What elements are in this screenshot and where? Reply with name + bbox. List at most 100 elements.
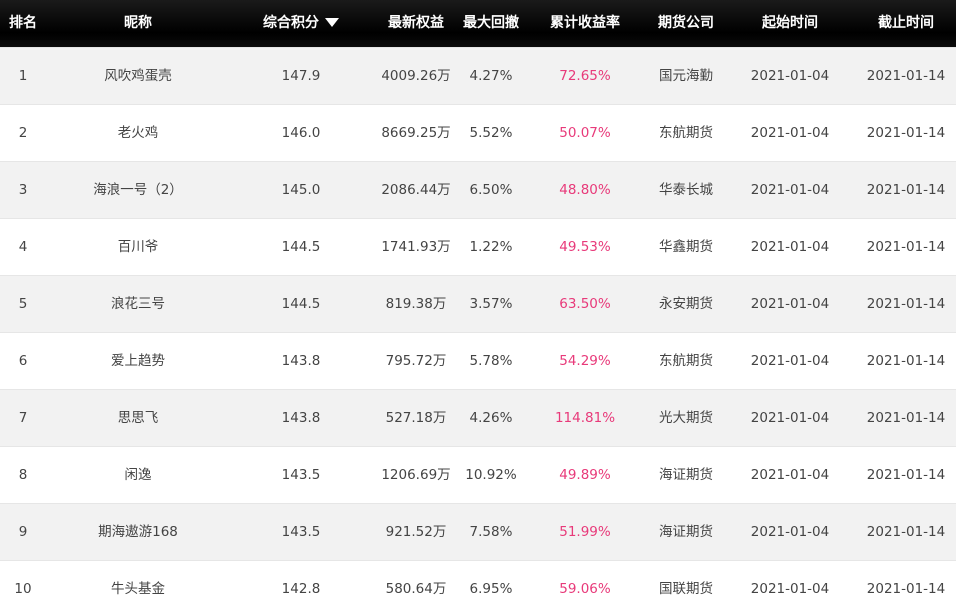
score-cell: 147.9	[281, 68, 321, 84]
cum-return-cell: 50.07%	[559, 125, 611, 141]
table-row[interactable]: 5 浪花三号 144.5 819.38万 3.57% 63.50% 永安期货 2…	[0, 275, 956, 332]
equity-cell: 921.52万	[385, 524, 447, 540]
cum-return-cell: 51.99%	[559, 524, 611, 540]
equity-cell: 2086.44万	[381, 182, 451, 198]
table-row[interactable]: 8 闲逸 143.5 1206.69万 10.92% 49.89% 海证期货 2…	[0, 446, 956, 503]
equity-cell: 580.64万	[385, 581, 447, 597]
sort-desc-icon[interactable]	[325, 17, 339, 27]
broker-cell: 华鑫期货	[659, 239, 713, 255]
score-cell: 146.0	[281, 125, 321, 141]
table-header: 排名 昵称 综合积分 最新权益 最大回撤 累计收益率 期货公司 起始时间 截止时…	[0, 0, 956, 47]
score-cell: 143.5	[281, 524, 321, 540]
table-row[interactable]: 3 海浪一号（2） 145.0 2086.44万 6.50% 48.80% 华泰…	[0, 161, 956, 218]
table-row[interactable]: 1 风吹鸡蛋壳 147.9 4009.26万 4.27% 72.65% 国元海勤…	[0, 47, 956, 104]
end-time-cell: 2021-01-14	[866, 467, 946, 483]
broker-cell: 国联期货	[659, 581, 713, 597]
start-time-cell: 2021-01-04	[750, 467, 830, 483]
table-row[interactable]: 10 牛头基金 142.8 580.64万 6.95% 59.06% 国联期货 …	[0, 560, 956, 613]
max-drawdown-cell: 6.95%	[469, 581, 513, 597]
equity-cell: 527.18万	[385, 410, 447, 426]
start-time-cell: 2021-01-04	[750, 125, 830, 141]
table-row[interactable]: 9 期海遨游168 143.5 921.52万 7.58% 51.99% 海证期…	[0, 503, 956, 560]
equity-cell: 4009.26万	[381, 68, 451, 84]
score-cell: 144.5	[281, 296, 321, 312]
rank-cell: 1	[18, 68, 28, 84]
end-time-cell: 2021-01-14	[866, 353, 946, 369]
broker-cell: 永安期货	[659, 296, 713, 312]
broker-cell: 海证期货	[659, 467, 713, 483]
max-drawdown-cell: 3.57%	[469, 296, 513, 312]
equity-cell: 1206.69万	[381, 467, 451, 483]
ranking-table: 排名 昵称 综合积分 最新权益 最大回撤 累计收益率 期货公司 起始时间 截止时…	[0, 0, 956, 613]
rank-cell: 10	[14, 581, 32, 597]
score-cell: 145.0	[281, 182, 321, 198]
end-time-cell: 2021-01-14	[866, 296, 946, 312]
table-row[interactable]: 7 思思飞 143.8 527.18万 4.26% 114.81% 光大期货 2…	[0, 389, 956, 446]
cum-return-cell: 114.81%	[554, 410, 616, 426]
nickname-cell[interactable]: 爱上趋势	[46, 333, 230, 389]
equity-cell: 1741.93万	[381, 239, 451, 255]
header-cum-return[interactable]: 累计收益率	[522, 0, 648, 47]
nickname-cell[interactable]: 期海遨游168	[46, 504, 230, 560]
equity-cell: 8669.25万	[381, 125, 451, 141]
max-drawdown-cell: 1.22%	[469, 239, 513, 255]
equity-cell: 795.72万	[385, 353, 447, 369]
header-broker[interactable]: 期货公司	[648, 0, 724, 47]
nickname-cell[interactable]: 海浪一号（2）	[46, 162, 230, 218]
broker-cell: 国元海勤	[659, 68, 713, 84]
table-row[interactable]: 4 百川爷 144.5 1741.93万 1.22% 49.53% 华鑫期货 2…	[0, 218, 956, 275]
rank-cell: 6	[18, 353, 28, 369]
end-time-cell: 2021-01-14	[866, 410, 946, 426]
header-end-time[interactable]: 截止时间	[856, 0, 956, 47]
max-drawdown-cell: 4.26%	[469, 410, 513, 426]
max-drawdown-cell: 6.50%	[469, 182, 513, 198]
rank-cell: 7	[18, 410, 28, 426]
nickname-cell[interactable]: 闲逸	[46, 447, 230, 503]
broker-cell: 光大期货	[659, 410, 713, 426]
table-row[interactable]: 6 爱上趋势 143.8 795.72万 5.78% 54.29% 东航期货 2…	[0, 332, 956, 389]
nickname-cell[interactable]: 思思飞	[46, 390, 230, 446]
start-time-cell: 2021-01-04	[750, 524, 830, 540]
cum-return-cell: 49.53%	[559, 239, 611, 255]
rank-cell: 4	[18, 239, 28, 255]
score-cell: 143.5	[281, 467, 321, 483]
end-time-cell: 2021-01-14	[866, 182, 946, 198]
start-time-cell: 2021-01-04	[750, 581, 830, 597]
score-cell: 143.8	[281, 353, 321, 369]
cum-return-cell: 72.65%	[559, 68, 611, 84]
nickname-cell[interactable]: 百川爷	[46, 219, 230, 275]
start-time-cell: 2021-01-04	[750, 296, 830, 312]
max-drawdown-cell: 5.52%	[469, 125, 513, 141]
table-row[interactable]: 2 老火鸡 146.0 8669.25万 5.52% 50.07% 东航期货 2…	[0, 104, 956, 161]
score-cell: 143.8	[281, 410, 321, 426]
nickname-cell[interactable]: 牛头基金	[46, 561, 230, 613]
nickname-cell[interactable]: 风吹鸡蛋壳	[46, 48, 230, 104]
broker-cell: 海证期货	[659, 524, 713, 540]
start-time-cell: 2021-01-04	[750, 182, 830, 198]
start-time-cell: 2021-01-04	[750, 68, 830, 84]
broker-cell: 东航期货	[659, 125, 713, 141]
rank-cell: 8	[18, 467, 28, 483]
cum-return-cell: 63.50%	[559, 296, 611, 312]
header-rank[interactable]: 排名	[0, 0, 46, 47]
max-drawdown-cell: 10.92%	[465, 467, 517, 483]
start-time-cell: 2021-01-04	[750, 239, 830, 255]
header-start-time[interactable]: 起始时间	[724, 0, 856, 47]
rank-cell: 5	[18, 296, 28, 312]
start-time-cell: 2021-01-04	[750, 353, 830, 369]
nickname-cell[interactable]: 浪花三号	[46, 276, 230, 332]
header-score[interactable]: 综合积分	[230, 0, 372, 47]
header-nickname[interactable]: 昵称	[46, 0, 230, 47]
nickname-cell[interactable]: 老火鸡	[46, 105, 230, 161]
start-time-cell: 2021-01-04	[750, 410, 830, 426]
cum-return-cell: 49.89%	[559, 467, 611, 483]
cum-return-cell: 48.80%	[559, 182, 611, 198]
broker-cell: 东航期货	[659, 353, 713, 369]
score-cell: 142.8	[281, 581, 321, 597]
max-drawdown-cell: 5.78%	[469, 353, 513, 369]
equity-cell: 819.38万	[385, 296, 447, 312]
header-equity[interactable]: 最新权益	[372, 0, 460, 47]
end-time-cell: 2021-01-14	[866, 239, 946, 255]
cum-return-cell: 54.29%	[559, 353, 611, 369]
header-max-drawdown[interactable]: 最大回撤	[460, 0, 522, 47]
